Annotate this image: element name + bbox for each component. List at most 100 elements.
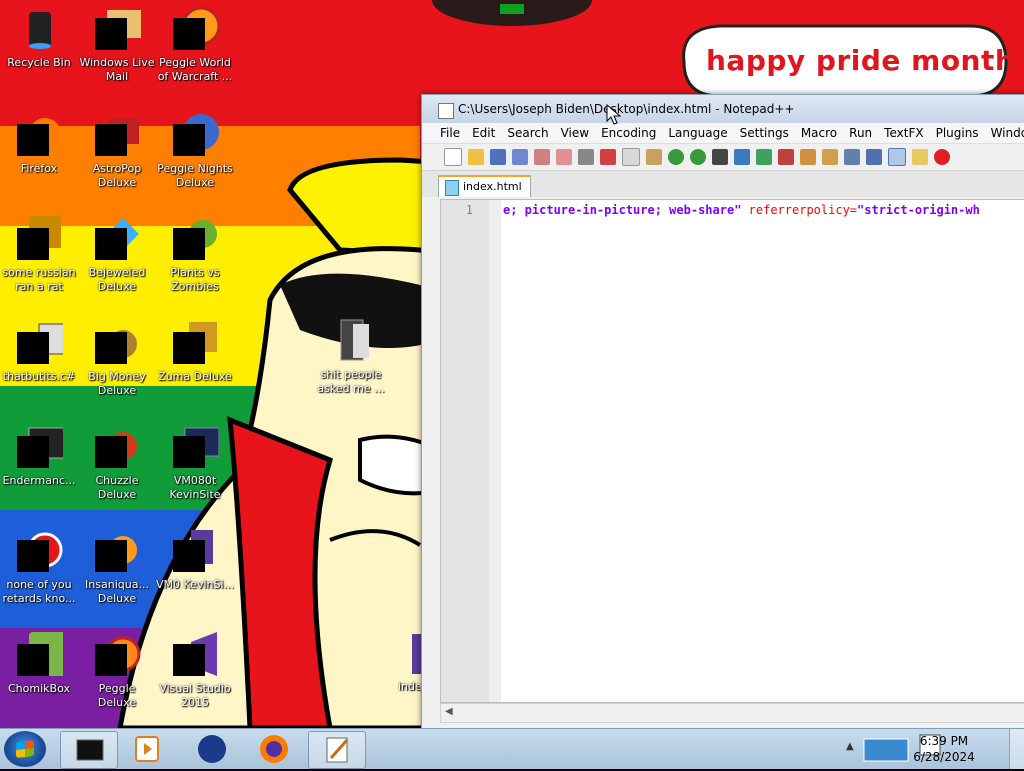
file-icon [15, 320, 66, 368]
window-titlebar[interactable]: C:\Users\Joseph Biden\Desktop\index.html… [422, 95, 1024, 123]
menu-textfx[interactable]: TextFX [884, 126, 923, 140]
windows-logo-icon [16, 740, 34, 758]
desktop-icon-vm080t[interactable]: VM080t KevinSite [156, 424, 234, 502]
zoom-in-icon[interactable] [756, 149, 772, 165]
taskbar-button-media-player[interactable] [120, 731, 176, 767]
taskbar-button-notepad[interactable] [308, 731, 366, 769]
user-language-icon[interactable] [912, 149, 928, 165]
desktop-icon-visual-studio[interactable]: Visual Studio 2015 [156, 632, 234, 710]
program-icon [15, 424, 66, 472]
code-line-1[interactable]: e; picture-in-picture; web-share" referr… [503, 202, 1024, 218]
desktop[interactable]: happy pride month Recycle Bin Firefox so… [0, 0, 1024, 728]
desktop-icon-peggle-deluxe[interactable]: Peggle Deluxe [78, 632, 156, 710]
sync-vertical-icon[interactable] [800, 149, 816, 165]
close-all-icon[interactable] [556, 149, 572, 165]
replace-icon[interactable] [734, 149, 750, 165]
globe-icon [198, 735, 226, 763]
desktop-icon-plants-vs-zombies[interactable]: Plants vs Zombies [156, 216, 234, 294]
print-icon[interactable] [578, 149, 594, 165]
frog-icon [171, 320, 219, 368]
vm-icon [171, 424, 220, 472]
menu-edit[interactable]: Edit [472, 126, 495, 140]
tab-bar: index.html [422, 171, 1024, 197]
horizontal-scrollbar[interactable]: ◀ [440, 703, 1024, 723]
desktop-icon-insaniquarium[interactable]: Insaniqua... Deluxe [78, 528, 156, 606]
menu-settings[interactable]: Settings [740, 126, 789, 140]
start-button[interactable] [4, 731, 46, 767]
window-title: C:\Users\Joseph Biden\Desktop\index.html… [458, 102, 795, 116]
desktop-icon-peggle-nights[interactable]: Peggle Nights Deluxe [156, 112, 234, 190]
menu-window[interactable]: Window [991, 126, 1024, 140]
show-all-chars-icon[interactable] [866, 149, 882, 165]
scroll-left-icon[interactable]: ◀ [445, 706, 453, 717]
show-hidden-icons-icon[interactable]: ▲ [846, 741, 854, 752]
word-wrap-icon[interactable] [844, 149, 860, 165]
taskbar-clock[interactable]: 6:39 PM 6/28/2024 [904, 733, 984, 765]
vm-icon [171, 528, 219, 576]
copy-icon[interactable] [622, 148, 640, 166]
desktop-icon-vm0[interactable]: VM0 KevinSi... [156, 528, 234, 592]
desktop-icon-big-money[interactable]: Big Money Deluxe [78, 320, 156, 398]
code-editor[interactable]: 1 e; picture-in-picture; web-share" refe… [440, 199, 1024, 703]
desktop-icon-chuzzle[interactable]: Chuzzle Deluxe [78, 424, 156, 502]
undo-icon[interactable] [668, 149, 684, 165]
taskbar-button-firefox[interactable] [246, 731, 302, 767]
desktop-icon-chomikbox[interactable]: ChomikBox [0, 632, 78, 696]
line-number-gutter: 1 [441, 200, 489, 702]
folder-icon [327, 318, 375, 366]
menu-run[interactable]: Run [849, 126, 872, 140]
tab-label: index.html [463, 180, 522, 193]
close-icon[interactable] [534, 149, 550, 165]
menu-file[interactable]: File [440, 126, 460, 140]
sync-horizontal-icon[interactable] [822, 149, 838, 165]
desktop-icon-russian-rat[interactable]: some russian ran a rat [0, 216, 78, 294]
save-all-icon[interactable] [512, 149, 528, 165]
menu-encoding[interactable]: Encoding [601, 126, 656, 140]
menu-view[interactable]: View [561, 126, 589, 140]
zoom-out-icon[interactable] [778, 149, 794, 165]
desktop-icon-thatbutits[interactable]: thatbutits.c# [0, 320, 78, 384]
media-player-icon [135, 736, 159, 762]
desktop-icon-recycle-bin[interactable]: Recycle Bin [0, 6, 78, 70]
game-icon [93, 424, 141, 472]
open-file-icon[interactable] [468, 149, 484, 165]
show-desktop-button[interactable] [1009, 729, 1024, 769]
menu-bar: File Edit Search View Encoding Language … [422, 123, 1024, 143]
indent-guide-icon[interactable] [888, 148, 906, 166]
desktop-icon-astropop[interactable]: AstroPop Deluxe [78, 112, 156, 190]
menu-search[interactable]: Search [507, 126, 548, 140]
redo-icon[interactable] [690, 149, 706, 165]
paste-icon[interactable] [646, 149, 662, 165]
program-icon [15, 216, 63, 264]
desktop-icon-shit-people-folder[interactable]: shit people asked me ... [312, 318, 390, 396]
notepad-plus-plus-window[interactable]: C:\Users\Joseph Biden\Desktop\index.html… [421, 94, 1024, 728]
save-icon[interactable] [490, 149, 506, 165]
desktop-icon-zuma[interactable]: Zuma Deluxe [156, 320, 234, 384]
peggle-icon [93, 632, 141, 680]
find-icon[interactable] [712, 149, 728, 165]
mail-icon [93, 6, 141, 54]
virtual-machine-icon [76, 739, 104, 761]
desktop-icon-peggle-wow[interactable]: Peggle World of Warcraft ... [156, 6, 234, 84]
tab-index-html[interactable]: index.html [438, 175, 531, 197]
taskbar-button-globe[interactable] [184, 731, 240, 767]
desktop-icon-none-of-you[interactable]: none of you retards kno... [0, 528, 78, 606]
game-icon [93, 112, 141, 160]
code-token-value: e; picture-in-picture; web-share" [503, 203, 742, 217]
menu-language[interactable]: Language [668, 126, 727, 140]
toolbar [422, 143, 1024, 171]
new-file-icon[interactable] [444, 148, 462, 166]
fold-margin [489, 200, 501, 702]
record-macro-icon[interactable] [934, 149, 950, 165]
taskbar-button-vm[interactable] [60, 731, 118, 769]
menu-macro[interactable]: Macro [801, 126, 837, 140]
code-token-string: "strict-origin-wh [857, 203, 980, 217]
menu-plugins[interactable]: Plugins [936, 126, 979, 140]
file-saved-icon [445, 180, 459, 196]
desktop-icon-bejeweled[interactable]: Bejeweled Deluxe [78, 216, 156, 294]
cut-icon[interactable] [600, 149, 616, 165]
desktop-icon-firefox[interactable]: Firefox [0, 112, 78, 176]
desktop-icon-endermanc[interactable]: Endermanc... [0, 424, 78, 488]
desktop-icon-windows-live-mail[interactable]: Windows Live Mail [78, 6, 156, 84]
clock-date: 6/28/2024 [913, 750, 975, 764]
